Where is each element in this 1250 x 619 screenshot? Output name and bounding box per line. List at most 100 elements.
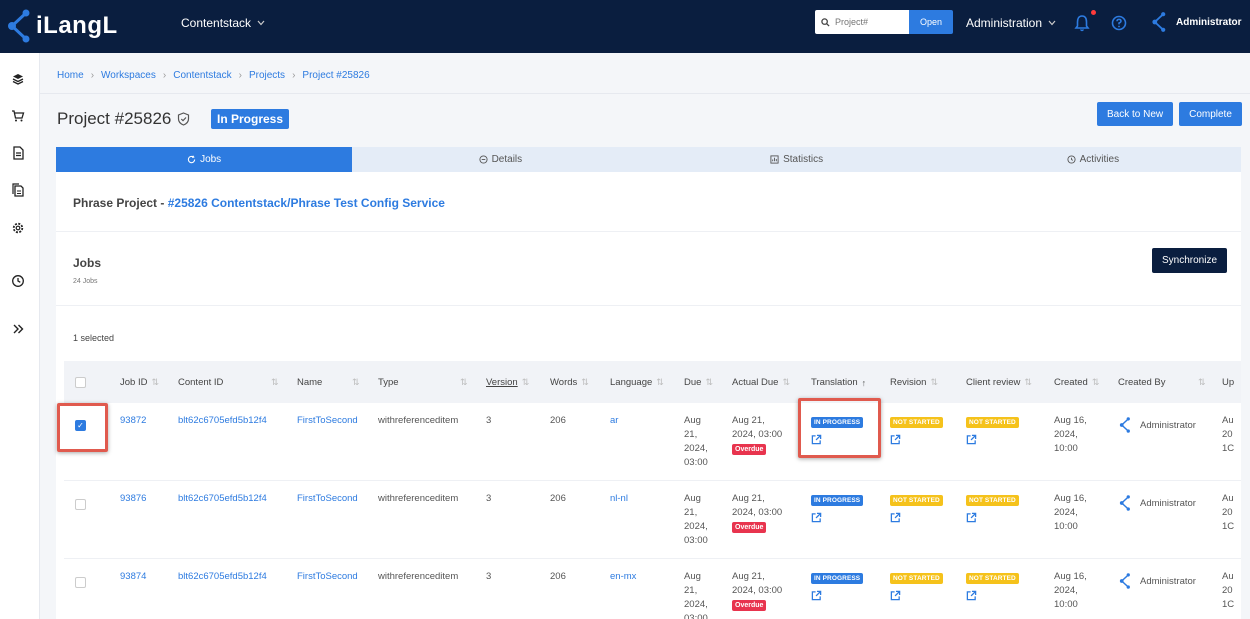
created-line: 10:00: [1054, 443, 1078, 454]
name-link[interactable]: FirstToSecond: [297, 492, 358, 506]
language-link[interactable]: en-mx: [610, 570, 636, 584]
client-review-status-badge: NOT STARTED: [966, 573, 1019, 584]
breadcrumb-current[interactable]: Project #25826: [302, 70, 369, 81]
column-job-id[interactable]: Job ID ⇅: [120, 377, 159, 388]
breadcrumb: Home › Workspaces › Contentstack › Projects…: [57, 70, 370, 81]
gear-icon[interactable]: [11, 221, 25, 235]
name-link[interactable]: FirstToSecond: [297, 570, 358, 584]
sort-icon: ⇅: [1024, 377, 1032, 387]
created-line: 10:00: [1054, 599, 1078, 610]
due-cell: Aug 21, 2024, 03:00: [684, 570, 708, 619]
table-header: Job ID ⇅ Content ID ⇅ Name ⇅ Type ⇅ Versi…: [64, 361, 1241, 403]
column-sort[interactable]: ⇅: [1198, 377, 1206, 388]
document-icon[interactable]: [11, 146, 25, 160]
overdue-badge: Overdue: [732, 444, 767, 455]
column-actual-due[interactable]: Actual Due ⇅: [732, 377, 790, 388]
external-link-icon[interactable]: [966, 590, 977, 601]
column-sort[interactable]: ⇅: [460, 377, 468, 388]
tab-statistics[interactable]: Statistics: [649, 147, 945, 172]
chevron-down-icon: [1048, 20, 1056, 26]
language-link[interactable]: nl-nl: [610, 492, 628, 506]
tab-jobs[interactable]: Jobs: [56, 147, 353, 172]
column-up[interactable]: Up: [1222, 377, 1234, 388]
project-search-input[interactable]: [835, 17, 901, 27]
external-link-icon[interactable]: [890, 434, 901, 445]
synchronize-button[interactable]: Synchronize: [1152, 248, 1228, 273]
column-name[interactable]: Name: [297, 377, 322, 388]
translation-status-badge: IN PROGRESS: [811, 495, 864, 506]
column-language[interactable]: Language ⇅: [610, 377, 664, 388]
external-link-icon[interactable]: [966, 434, 977, 445]
column-words[interactable]: Words ⇅: [550, 377, 589, 388]
revision-status-badge: NOT STARTED: [890, 573, 943, 584]
history-icon[interactable]: [11, 274, 25, 288]
actual-due-cell: Aug 21, 2024, 03:00 Overdue: [732, 492, 782, 534]
jobs-heading: Jobs: [73, 256, 102, 270]
external-link-icon[interactable]: [966, 512, 977, 523]
layers-icon[interactable]: [11, 72, 25, 86]
job-id-link[interactable]: 93876: [120, 492, 146, 506]
column-created[interactable]: Created ⇅: [1054, 377, 1099, 388]
back-to-new-button[interactable]: Back to New: [1097, 102, 1174, 126]
breadcrumb-separator: ›: [292, 70, 296, 81]
breadcrumb-contentstack[interactable]: Contentstack: [173, 70, 231, 81]
help-icon[interactable]: [1111, 15, 1127, 31]
sort-icon: ⇅: [930, 377, 938, 387]
row-checkbox[interactable]: [75, 499, 86, 510]
complete-button[interactable]: Complete: [1179, 102, 1242, 126]
column-label: Name: [297, 377, 323, 388]
due-line: Aug: [684, 415, 701, 426]
language-link[interactable]: ar: [610, 414, 618, 428]
expand-sidebar-icon[interactable]: [11, 322, 25, 336]
column-sort[interactable]: ⇅: [352, 377, 360, 388]
phrase-project-link[interactable]: #25826 Contentstack/Phrase Test Config S…: [168, 196, 445, 210]
user-menu[interactable]: Administrator: [1150, 11, 1242, 33]
content-id-link[interactable]: blt62c6705efd5b12f4: [178, 414, 267, 428]
column-type[interactable]: Type: [378, 377, 399, 388]
sort-icon: ⇅: [656, 377, 664, 387]
row-checkbox[interactable]: [75, 577, 86, 588]
column-label: Content ID: [178, 377, 224, 388]
table-row[interactable]: 93874 blt62c6705efd5b12f4 FirstToSecond wit…: [64, 559, 1241, 619]
content-id-link[interactable]: blt62c6705efd5b12f4: [178, 570, 267, 584]
column-version[interactable]: Version ⇅: [486, 377, 529, 388]
top-bar: iLangL Contentstack Open Administration …: [0, 0, 1250, 53]
column-client-review[interactable]: Client review ⇅: [966, 377, 1032, 388]
logo[interactable]: iLangL: [4, 8, 118, 44]
client-review-cell: NOT STARTED: [966, 493, 1019, 523]
job-id-link[interactable]: 93872: [120, 414, 146, 428]
workspace-select[interactable]: Contentstack: [181, 16, 265, 30]
cart-icon[interactable]: [11, 109, 25, 123]
name-link[interactable]: FirstToSecond: [297, 414, 358, 428]
external-link-icon[interactable]: [811, 512, 822, 523]
external-link-icon[interactable]: [890, 512, 901, 523]
tab-details[interactable]: Details: [352, 147, 648, 172]
administration-menu[interactable]: Administration: [966, 16, 1056, 30]
documents-icon[interactable]: [11, 183, 25, 197]
select-all-checkbox[interactable]: [75, 377, 86, 388]
table-row[interactable]: ✓ 93872 blt62c6705efd5b12f4 FirstToSecond wi…: [64, 403, 1241, 481]
job-id-link[interactable]: 93874: [120, 570, 146, 584]
column-due[interactable]: Due ⇅: [684, 377, 713, 388]
column-sort[interactable]: ⇅: [271, 377, 279, 388]
bell-icon[interactable]: [1074, 14, 1090, 32]
user-name: Administrator: [1176, 16, 1242, 28]
created-cell: Aug 16, 2024, 10:00: [1054, 570, 1087, 612]
tab-bar: Jobs Details Statistics Activities: [56, 147, 1241, 172]
column-translation[interactable]: Translation ↑: [811, 377, 866, 388]
open-button[interactable]: Open: [909, 10, 953, 34]
column-revision[interactable]: Revision ⇅: [890, 377, 938, 388]
column-label: Language: [610, 377, 653, 388]
external-link-icon[interactable]: [890, 590, 901, 601]
breadcrumb-workspaces[interactable]: Workspaces: [101, 70, 156, 81]
tab-activities[interactable]: Activities: [945, 147, 1241, 172]
breadcrumb-projects[interactable]: Projects: [249, 70, 285, 81]
breadcrumb-home[interactable]: Home: [57, 70, 84, 81]
column-created-by[interactable]: Created By: [1118, 377, 1166, 388]
table-row[interactable]: 93876 blt62c6705efd5b12f4 FirstToSecond wit…: [64, 481, 1241, 559]
sort-icon: ⇅: [1091, 377, 1100, 387]
content-id-link[interactable]: blt62c6705efd5b12f4: [178, 492, 267, 506]
column-content-id[interactable]: Content ID: [178, 377, 223, 388]
external-link-icon[interactable]: [811, 590, 822, 601]
history-icon: [1067, 155, 1076, 164]
